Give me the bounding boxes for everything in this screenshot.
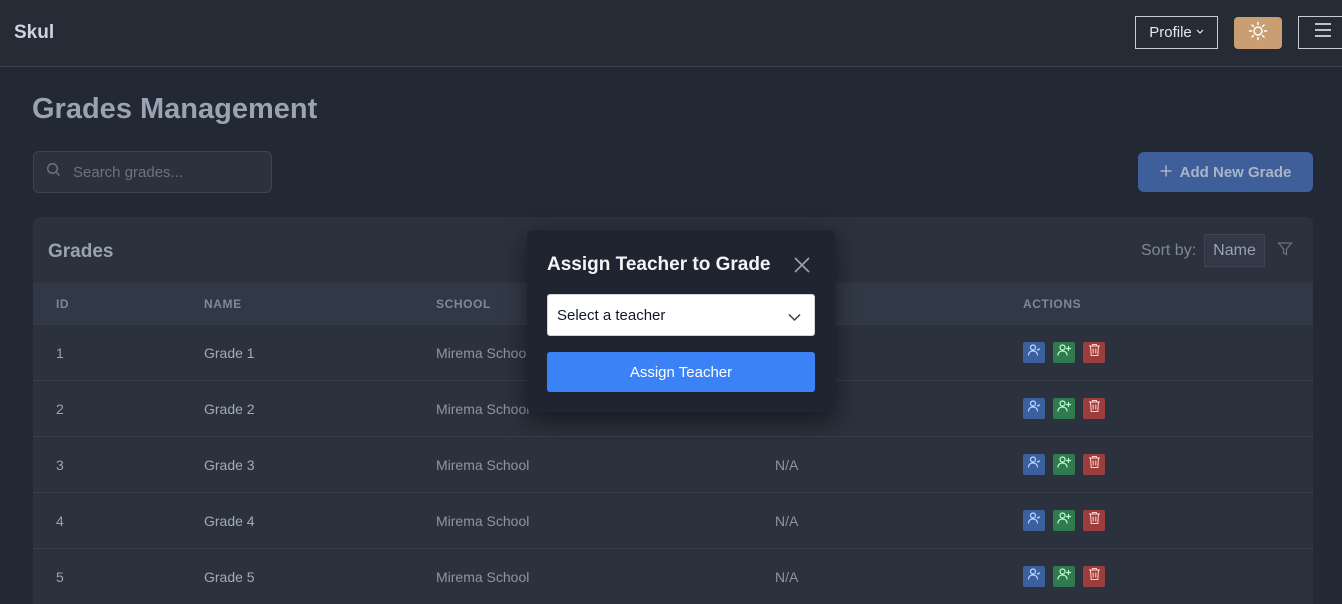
trash-icon (1088, 455, 1101, 474)
delete-grade-button[interactable] (1083, 510, 1105, 531)
search-box[interactable] (33, 151, 272, 193)
assign-teacher-modal: Assign Teacher to Grade Select a teacher… (527, 230, 835, 412)
search-input[interactable] (73, 163, 253, 181)
user-check-icon (1027, 511, 1041, 530)
trash-icon (1088, 567, 1101, 586)
profile-label: Profile (1149, 24, 1192, 41)
user-check-icon (1027, 343, 1041, 362)
row-actions (1023, 342, 1105, 363)
cell-school: Mirema School (436, 401, 530, 417)
cell-teacher: N/A (775, 569, 799, 585)
filter-icon[interactable] (1277, 241, 1293, 262)
cell-name: Grade 2 (204, 401, 255, 417)
table-row: 3 Grade 3 Mirema School N/A (33, 436, 1313, 492)
trash-icon (1088, 343, 1101, 362)
cell-school: Mirema School (436, 569, 530, 585)
row-actions (1023, 454, 1105, 475)
cell-teacher: N/A (775, 457, 799, 473)
search-icon (46, 162, 61, 182)
cell-name: Grade 4 (204, 513, 255, 529)
assign-teacher-row-button[interactable] (1053, 398, 1075, 419)
assign-teacher-button[interactable]: Assign Teacher (547, 352, 815, 392)
row-actions (1023, 510, 1105, 531)
cell-name: Grade 3 (204, 457, 255, 473)
column-header-school[interactable]: SCHOOL (436, 297, 491, 311)
cell-school: Mirema School (436, 457, 530, 473)
menu-button[interactable] (1298, 16, 1342, 49)
close-icon[interactable] (793, 256, 811, 274)
user-plus-icon (1057, 567, 1071, 586)
assign-teacher-row-button[interactable] (1053, 510, 1075, 531)
trash-icon (1088, 511, 1101, 530)
table-row: 4 Grade 4 Mirema School N/A (33, 492, 1313, 548)
row-actions (1023, 566, 1105, 587)
table-row: 5 Grade 5 Mirema School N/A (33, 548, 1313, 604)
user-plus-icon (1057, 455, 1071, 474)
delete-grade-button[interactable] (1083, 566, 1105, 587)
page-title: Grades Management (32, 93, 318, 125)
sun-icon (1248, 21, 1268, 46)
sort-label: Sort by: (1141, 242, 1197, 259)
user-check-icon (1027, 455, 1041, 474)
cell-id: 5 (56, 569, 64, 585)
brand-logo[interactable]: Skul (14, 22, 54, 44)
cell-id: 4 (56, 513, 64, 529)
cell-id: 3 (56, 457, 64, 473)
view-teacher-button[interactable] (1023, 566, 1045, 587)
delete-grade-button[interactable] (1083, 454, 1105, 475)
add-new-grade-button[interactable]: Add New Grade (1138, 152, 1313, 192)
view-teacher-button[interactable] (1023, 342, 1045, 363)
delete-grade-button[interactable] (1083, 342, 1105, 363)
teacher-select-value: Select a teacher (557, 306, 666, 324)
add-new-grade-label: Add New Grade (1179, 163, 1292, 181)
modal-title: Assign Teacher to Grade (547, 254, 771, 275)
top-navbar: Skul Profile (0, 0, 1342, 67)
delete-grade-button[interactable] (1083, 398, 1105, 419)
plus-icon (1160, 164, 1172, 181)
cell-id: 1 (56, 345, 64, 361)
column-header-name[interactable]: NAME (204, 297, 242, 311)
view-teacher-button[interactable] (1023, 510, 1045, 531)
column-header-id[interactable]: ID (56, 297, 69, 311)
column-header-actions: ACTIONS (1023, 297, 1082, 311)
profile-dropdown-button[interactable]: Profile (1135, 16, 1218, 49)
cell-name: Grade 1 (204, 345, 255, 361)
sort-select[interactable]: Name (1204, 234, 1265, 267)
card-title: Grades (48, 241, 114, 262)
assign-teacher-row-button[interactable] (1053, 454, 1075, 475)
chevron-down-icon (788, 309, 801, 326)
teacher-select[interactable]: Select a teacher (547, 294, 815, 336)
user-plus-icon (1057, 511, 1071, 530)
row-actions (1023, 398, 1105, 419)
cell-name: Grade 5 (204, 569, 255, 585)
cell-teacher: N/A (775, 513, 799, 529)
chevron-down-icon (1196, 27, 1204, 38)
theme-toggle-button[interactable] (1234, 17, 1282, 49)
cell-id: 2 (56, 401, 64, 417)
trash-icon (1088, 399, 1101, 418)
assign-teacher-row-button[interactable] (1053, 342, 1075, 363)
assign-teacher-row-button[interactable] (1053, 566, 1075, 587)
user-check-icon (1027, 567, 1041, 586)
view-teacher-button[interactable] (1023, 398, 1045, 419)
cell-school: Mirema School (436, 345, 530, 361)
view-teacher-button[interactable] (1023, 454, 1045, 475)
hamburger-icon (1313, 22, 1333, 43)
user-plus-icon (1057, 399, 1071, 418)
cell-school: Mirema School (436, 513, 530, 529)
user-check-icon (1027, 399, 1041, 418)
user-plus-icon (1057, 343, 1071, 362)
